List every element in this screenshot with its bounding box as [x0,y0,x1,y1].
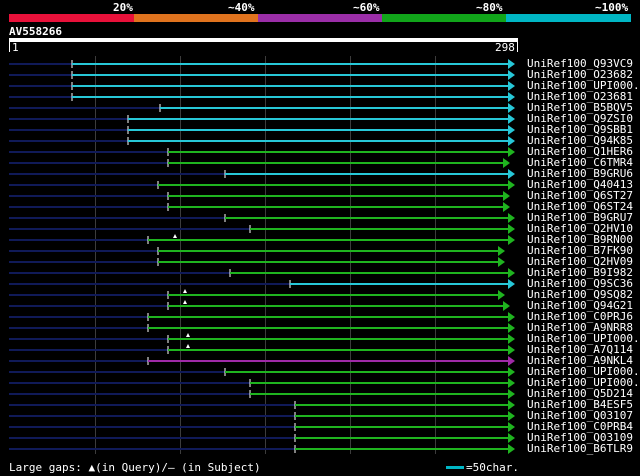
hit-arrow-head [508,81,515,91]
hit-arrow-head [508,169,515,179]
hit-arrow-head [508,411,515,421]
query-gap-marker [183,289,187,293]
hit-arrow-head [508,323,515,333]
hit-arrow-head [503,191,510,201]
query-gap-marker [186,333,190,337]
hit-arrow-head [508,378,515,388]
hit-arrow-head [508,224,515,234]
hit-arrow-head [508,136,515,146]
hit-arrow-head [508,444,515,454]
hit-arrow-head [508,356,515,366]
hit-arrow-head [503,158,510,168]
hit-arrow-head [508,92,515,102]
hit-arrow-head [508,70,515,80]
query-gap-marker [186,344,190,348]
hit-arrow-head [508,213,515,223]
hit-arrow-head [508,114,515,124]
hit-arrow-head [508,59,515,69]
hit-arrow-head [508,400,515,410]
hit-arrow-head [503,301,510,311]
hit-arrow-head [498,290,505,300]
hit-arrow-head [508,433,515,443]
hit-arrow-head [508,125,515,135]
hit-arrow-head [508,235,515,245]
query-gap-marker [183,300,187,304]
hit-arrow-head [508,180,515,190]
large-gaps-legend: Large gaps: ▲(in Query)/– (in Subject) [9,461,261,474]
hit-arrow-head [508,312,515,322]
hit-arrow-head [508,147,515,157]
hit-arrow-head [508,268,515,278]
hit-label[interactable]: UniRef100_B6TLR9 [527,443,633,454]
hit-arrow-head [508,367,515,377]
scale-bar [446,466,464,469]
scale-label: =50char. [466,461,519,474]
hit-arrow-head [508,345,515,355]
hit-arrow-head [508,103,515,113]
hit-arrow-head [508,334,515,344]
hit-arrow-head [508,389,515,399]
query-gap-marker [173,234,177,238]
hit-arrow-head [498,246,505,256]
hit-arrow-head [498,257,505,267]
hit-arrow-head [503,202,510,212]
hit-arrow-head [508,279,515,289]
hit-arrow-head [508,422,515,432]
